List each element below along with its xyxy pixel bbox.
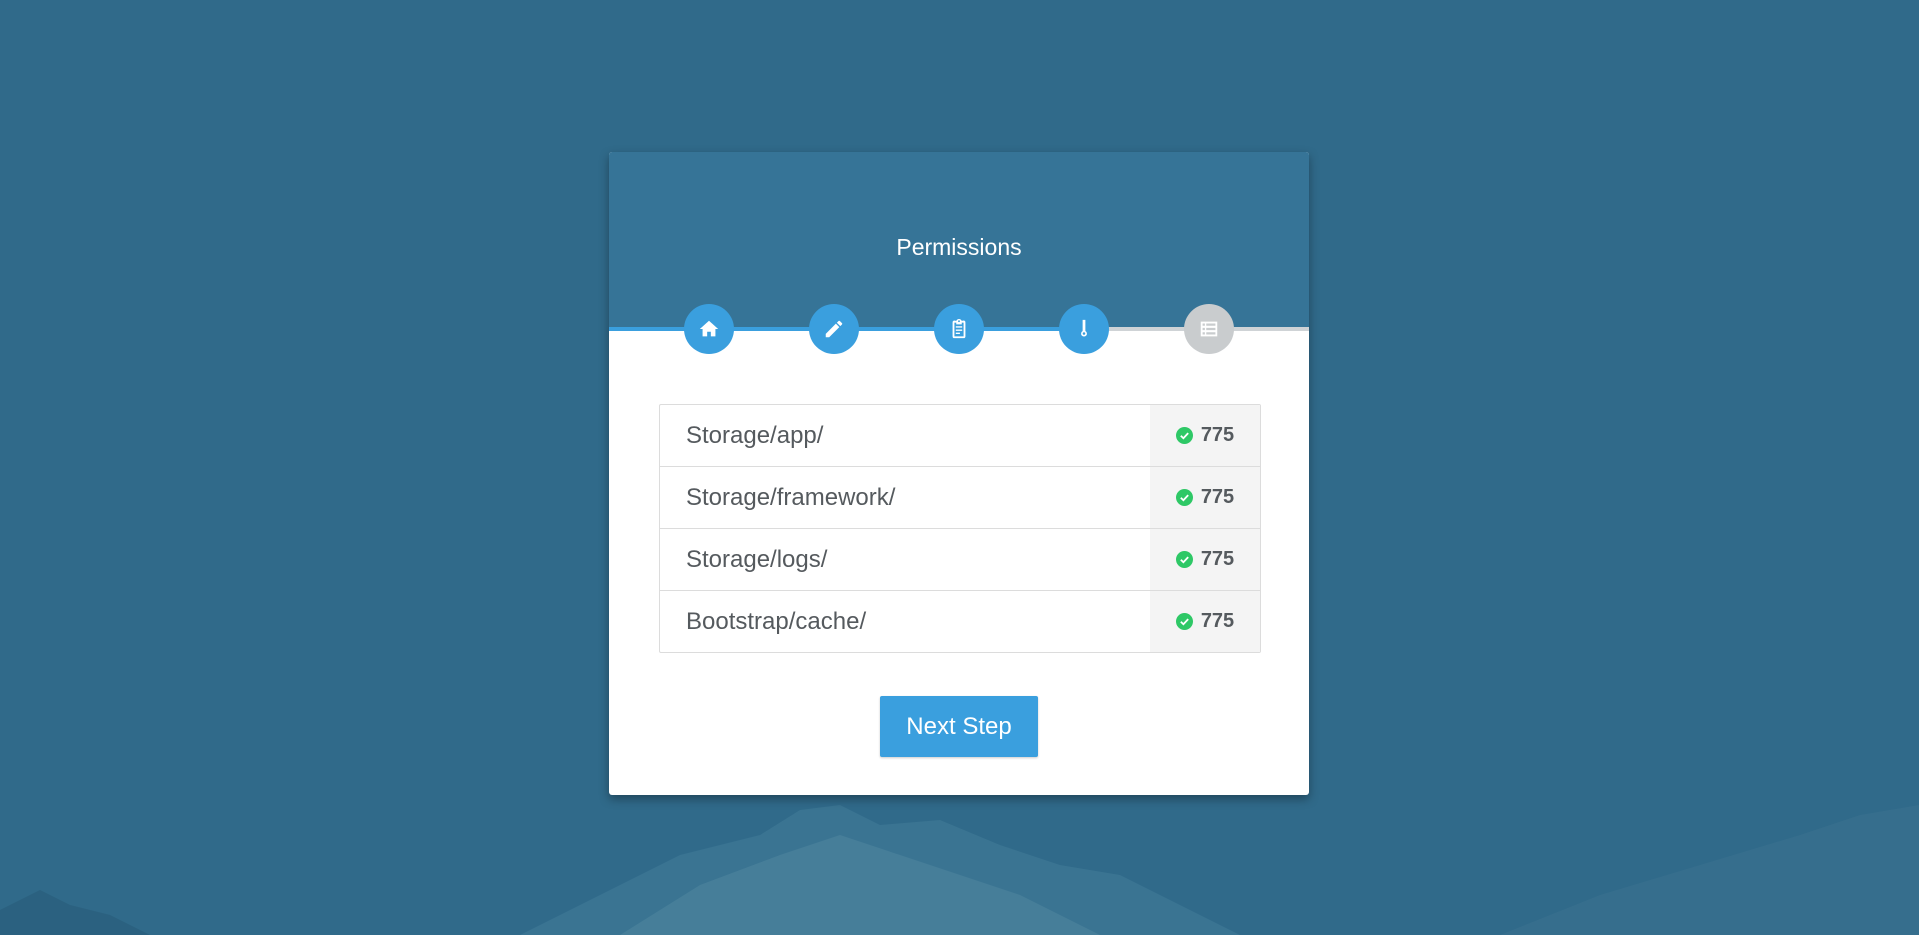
- permissions-table: Storage/app/ 775 Storage/framework/ 775 …: [659, 404, 1261, 653]
- permission-status: 775: [1150, 529, 1260, 590]
- mountain-background: [0, 805, 1919, 935]
- table-row: Bootstrap/cache/ 775: [660, 591, 1260, 652]
- clipboard-icon: [952, 318, 966, 339]
- check-circle-icon: [1175, 551, 1193, 568]
- permission-path: Storage/app/: [686, 421, 824, 449]
- step-home[interactable]: [684, 304, 734, 354]
- home-icon: [699, 320, 719, 337]
- permission-path: Bootstrap/cache/: [686, 607, 867, 635]
- step-permissions[interactable]: [1059, 304, 1109, 354]
- permission-value: 775: [1200, 610, 1235, 632]
- list-icon: [1200, 321, 1218, 337]
- permission-value: 775: [1200, 424, 1235, 446]
- table-row: Storage/app/ 775: [660, 405, 1260, 467]
- pencil-icon: [825, 320, 843, 338]
- page-title: Permissions: [896, 234, 1022, 260]
- table-row: Storage/framework/ 775: [660, 467, 1260, 529]
- step-final[interactable]: [1184, 304, 1234, 354]
- permission-status: 775: [1150, 405, 1260, 466]
- permission-status: 775: [1150, 467, 1260, 528]
- check-circle-icon: [1175, 427, 1193, 444]
- permission-path: Storage/framework/: [686, 483, 896, 511]
- check-circle-icon: [1175, 489, 1193, 506]
- next-step-button[interactable]: Next Step: [880, 696, 1038, 757]
- step-requirements[interactable]: [934, 304, 984, 354]
- installer-card: Permissions Storage/app/ 775 Storage/fra…: [609, 152, 1309, 795]
- check-circle-icon: [1175, 613, 1193, 630]
- table-row: Storage/logs/ 775: [660, 529, 1260, 591]
- permission-status: 775: [1150, 591, 1260, 652]
- permission-value: 775: [1200, 548, 1235, 570]
- key-icon: [1081, 319, 1087, 337]
- permission-path: Storage/logs/: [686, 545, 828, 573]
- permission-value: 775: [1200, 486, 1235, 508]
- step-environment[interactable]: [809, 304, 859, 354]
- card-header: Permissions: [609, 152, 1309, 328]
